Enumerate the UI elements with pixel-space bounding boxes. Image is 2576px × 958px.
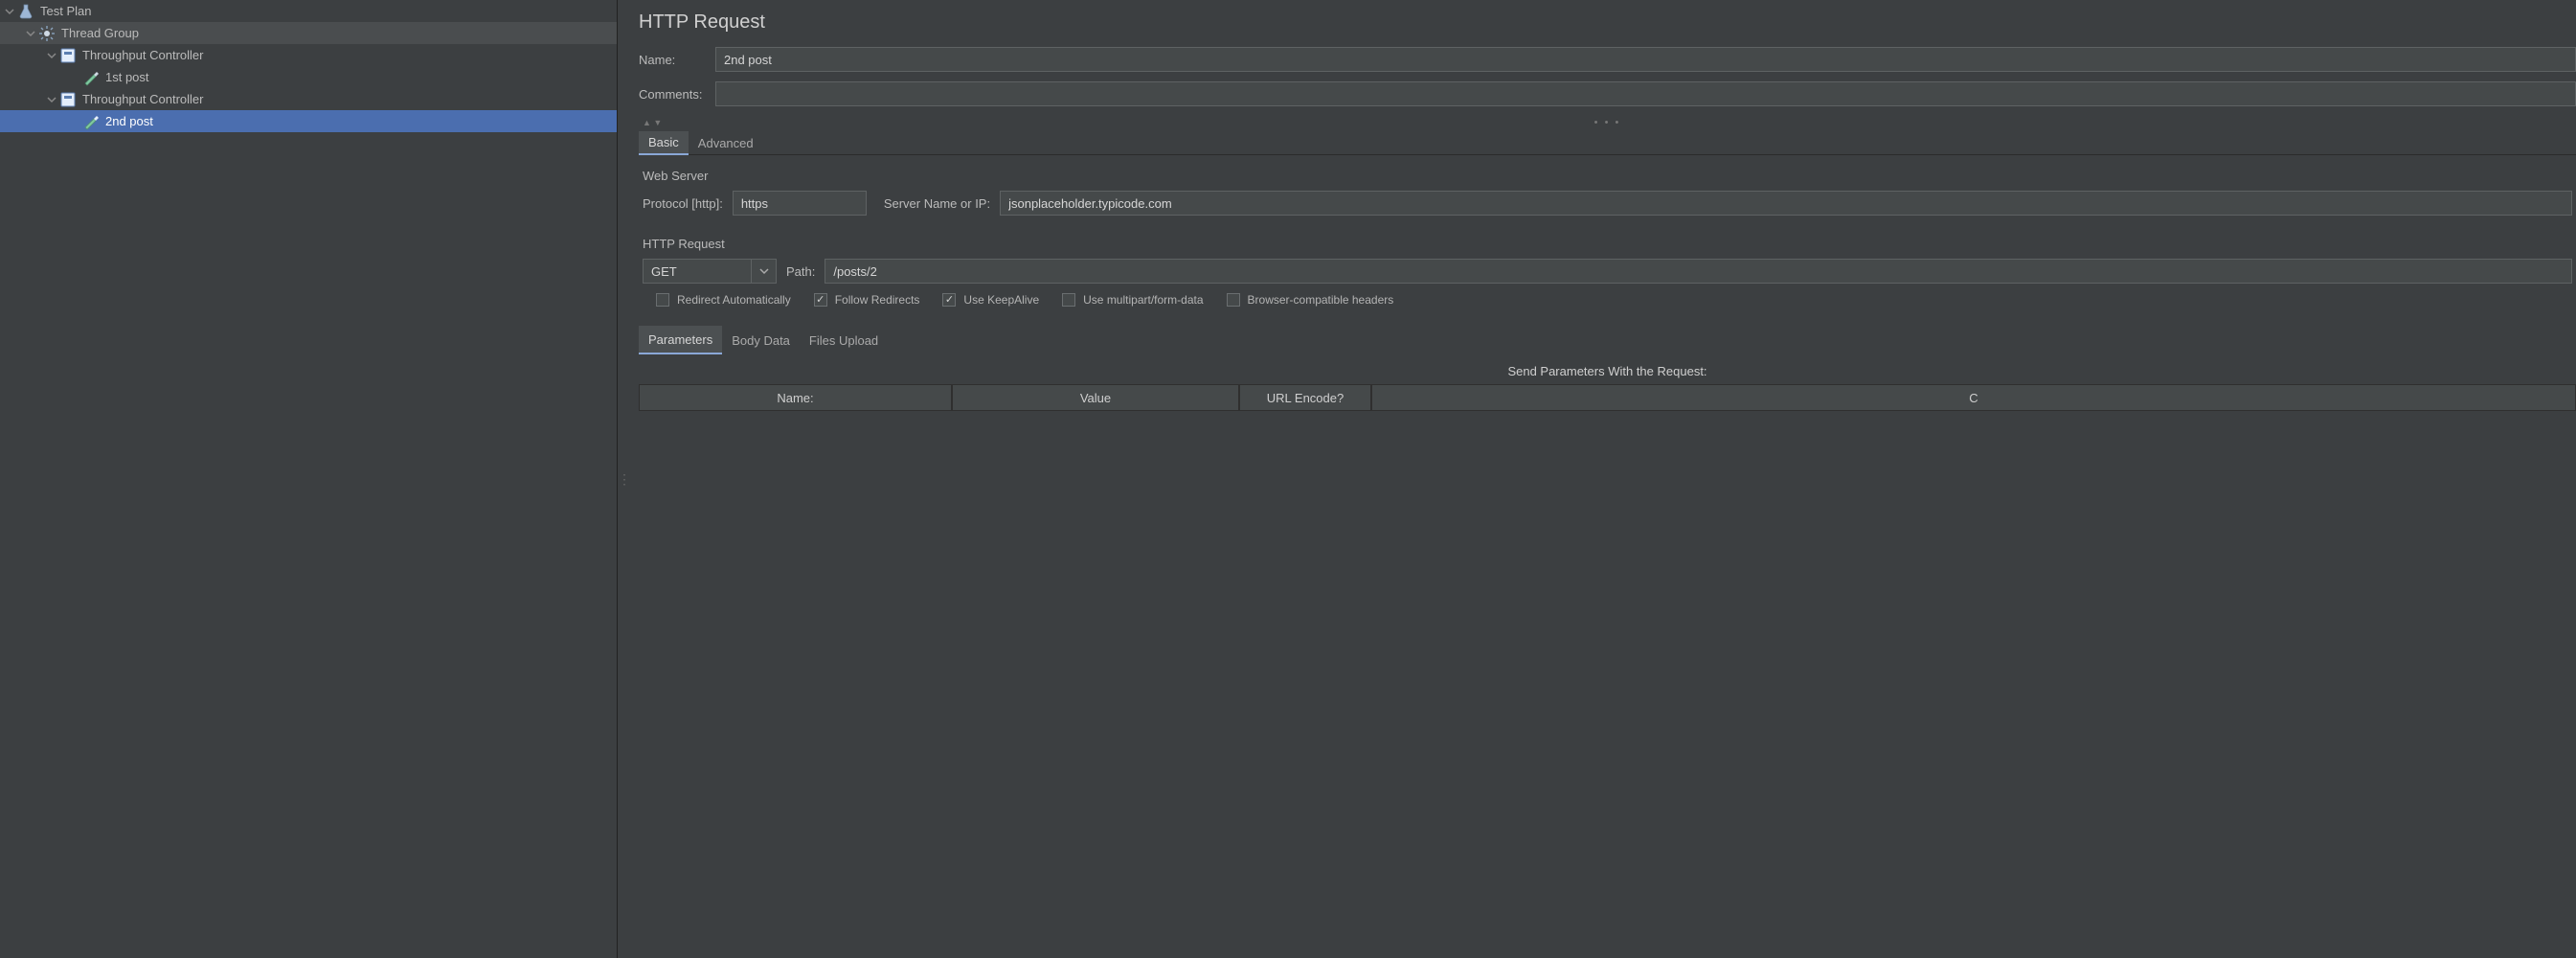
- method-select-value: GET: [644, 264, 751, 279]
- checkbox-icon: [656, 293, 669, 307]
- chevron-down-icon[interactable]: [44, 48, 59, 63]
- tab-files-upload[interactable]: Files Upload: [800, 326, 888, 354]
- path-input[interactable]: [825, 259, 2572, 284]
- tree-node-label: Throughput Controller: [82, 92, 203, 106]
- http-request-editor: HTTP Request Name: Comments: ▲ ▼ • • • B…: [631, 0, 2576, 958]
- tree-node-test-plan[interactable]: Test Plan: [0, 0, 617, 22]
- splitter-handle[interactable]: ⋮: [618, 0, 631, 958]
- redirect-automatically-checkbox[interactable]: Redirect Automatically: [656, 293, 791, 307]
- sampler-icon: [82, 113, 100, 130]
- params-col-value[interactable]: Value: [952, 384, 1239, 411]
- params-col-encode[interactable]: URL Encode?: [1239, 384, 1371, 411]
- checkbox-label: Use KeepAlive: [963, 293, 1039, 307]
- params-table-header: Name: Value URL Encode? C: [639, 384, 2576, 411]
- use-multipart-checkbox[interactable]: Use multipart/form-data: [1062, 293, 1203, 307]
- payload-tabs: Parameters Body Data Files Upload: [639, 326, 2576, 354]
- protocol-label: Protocol [http]:: [643, 196, 723, 211]
- params-col-c[interactable]: C: [1371, 384, 2576, 411]
- panel-title: HTTP Request: [639, 11, 2576, 34]
- tree-node-label: Test Plan: [40, 4, 91, 18]
- checkbox-icon: [1227, 293, 1240, 307]
- checkbox-label: Follow Redirects: [835, 293, 920, 307]
- tree-node-label: 2nd post: [105, 114, 153, 128]
- checkbox-label: Browser-compatible headers: [1248, 293, 1394, 307]
- sampler-icon: [82, 69, 100, 86]
- tree-node-2nd-post[interactable]: 2nd post: [0, 110, 617, 132]
- flask-icon: [17, 3, 34, 20]
- tab-basic[interactable]: Basic: [639, 131, 689, 155]
- params-caption: Send Parameters With the Request:: [639, 364, 2576, 378]
- expand-arrows-icon: ▲ ▼: [643, 118, 662, 127]
- chevron-down-icon[interactable]: [44, 92, 59, 107]
- tree-node-thread-group[interactable]: Thread Group: [0, 22, 617, 44]
- browser-compatible-headers-checkbox[interactable]: Browser-compatible headers: [1227, 293, 1394, 307]
- comments-label: Comments:: [639, 87, 715, 102]
- grip-dots-icon: ⋮: [618, 477, 631, 481]
- section-grip[interactable]: ▲ ▼ • • •: [639, 116, 2576, 129]
- tree-node-throughput-controller-1[interactable]: Throughput Controller: [0, 44, 617, 66]
- checkbox-icon: [942, 293, 956, 307]
- tab-advanced[interactable]: Advanced: [689, 131, 763, 155]
- web-server-group-title: Web Server: [643, 169, 2572, 183]
- chevron-down-icon: [751, 260, 776, 283]
- server-name-label: Server Name or IP:: [884, 196, 990, 211]
- test-plan-tree[interactable]: Test Plan Thread Group Throughput Contro…: [0, 0, 618, 958]
- tab-parameters[interactable]: Parameters: [639, 326, 722, 354]
- protocol-input[interactable]: [733, 191, 867, 216]
- tree-node-label: Thread Group: [61, 26, 139, 40]
- tree-node-label: Throughput Controller: [82, 48, 203, 62]
- follow-redirects-checkbox[interactable]: Follow Redirects: [814, 293, 920, 307]
- chevron-down-icon[interactable]: [23, 26, 38, 41]
- checkbox-icon: [814, 293, 827, 307]
- config-tabs: Basic Advanced: [639, 131, 2576, 155]
- name-label: Name:: [639, 53, 715, 67]
- use-keepalive-checkbox[interactable]: Use KeepAlive: [942, 293, 1039, 307]
- name-input[interactable]: [715, 47, 2576, 72]
- server-name-input[interactable]: [1000, 191, 2572, 216]
- checkbox-label: Redirect Automatically: [677, 293, 791, 307]
- tree-node-throughput-controller-2[interactable]: Throughput Controller: [0, 88, 617, 110]
- path-label: Path:: [786, 264, 815, 279]
- controller-icon: [59, 91, 77, 108]
- http-request-group: HTTP Request GET Path: Redirect Automati…: [639, 237, 2576, 310]
- gear-icon: [38, 25, 56, 42]
- grip-dots-icon: • • •: [1594, 117, 1621, 128]
- controller-icon: [59, 47, 77, 64]
- tree-node-label: 1st post: [105, 70, 149, 84]
- http-request-group-title: HTTP Request: [643, 237, 2572, 251]
- tree-node-1st-post[interactable]: 1st post: [0, 66, 617, 88]
- tab-body-data[interactable]: Body Data: [722, 326, 800, 354]
- chevron-down-icon[interactable]: [2, 4, 17, 19]
- web-server-group: Web Server Protocol [http]: Server Name …: [639, 169, 2576, 223]
- method-select[interactable]: GET: [643, 259, 777, 284]
- checkbox-icon: [1062, 293, 1075, 307]
- comments-input[interactable]: [715, 81, 2576, 106]
- params-col-name[interactable]: Name:: [639, 384, 952, 411]
- checkbox-label: Use multipart/form-data: [1083, 293, 1203, 307]
